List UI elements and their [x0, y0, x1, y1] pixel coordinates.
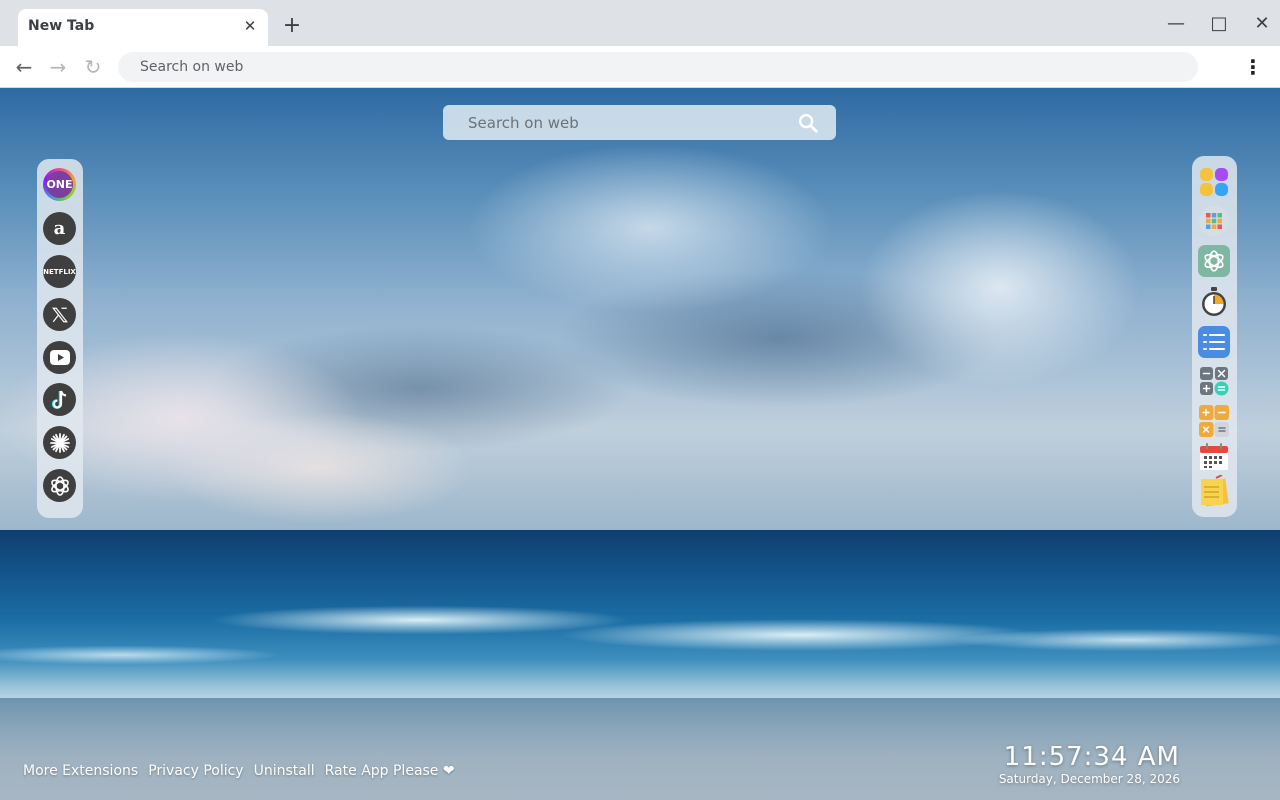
calculator-icon [1200, 367, 1229, 396]
privacy-policy-link[interactable]: Privacy Policy [148, 763, 243, 779]
tab-new-tab[interactable]: New Tab ✕ [18, 9, 268, 46]
amazon-icon: a [53, 218, 66, 239]
more-extensions-link[interactable]: More Extensions [23, 763, 138, 779]
widget-apps-menu[interactable] [1198, 205, 1230, 237]
tab-strip: New Tab ✕ + — □ ✕ [0, 0, 1280, 46]
shortcut-tiktok[interactable] [43, 383, 76, 416]
checklist-icon [1203, 334, 1225, 350]
tiktok-icon [51, 390, 66, 409]
browser-toolbar: ← → ↻ ⋮ [0, 46, 1280, 88]
one-logo-icon: ONE [46, 171, 73, 198]
new-tab-button[interactable]: + [280, 15, 304, 39]
calendar-icon [1200, 443, 1228, 470]
browser-menu-button[interactable]: ⋮ [1240, 54, 1266, 80]
widget-chatgpt[interactable] [1198, 245, 1230, 277]
address-bar[interactable] [118, 52, 1198, 82]
rate-app-link[interactable]: Rate App Please ❤ [325, 763, 455, 779]
chatgpt-icon [50, 475, 69, 496]
tab-title: New Tab [28, 18, 95, 34]
left-shortcut-dock: ONE a NETFLIX [37, 159, 83, 518]
uninstall-link[interactable]: Uninstall [254, 763, 315, 779]
x-icon [51, 307, 68, 322]
reload-button[interactable]: ↻ [80, 54, 106, 80]
back-button[interactable]: ← [11, 54, 37, 80]
shortcut-amazon[interactable]: a [43, 212, 76, 245]
youtube-icon [49, 350, 70, 365]
close-window-button[interactable]: ✕ [1248, 10, 1276, 38]
netflix-icon: NETFLIX [43, 267, 76, 276]
shortcut-chatgpt[interactable] [43, 469, 76, 502]
new-tab-page: ONE a NETFLIX [0, 88, 1280, 800]
widget-todo[interactable] [1198, 326, 1230, 358]
forward-button[interactable]: → [45, 54, 71, 80]
shortcut-netflix[interactable]: NETFLIX [43, 255, 76, 288]
maximize-button[interactable]: □ [1205, 10, 1233, 38]
search-icon[interactable] [797, 112, 819, 134]
widget-timer[interactable] [1198, 286, 1230, 318]
widget-calendar[interactable] [1198, 441, 1230, 473]
widget-notes[interactable] [1198, 474, 1230, 510]
sticky-note-icon [1201, 475, 1229, 507]
widget-apps-grid[interactable] [1198, 166, 1230, 198]
perplexity-icon [49, 432, 70, 453]
widget-calculator-orange[interactable] [1198, 405, 1230, 437]
calculator-orange-icon [1199, 405, 1229, 437]
tab-close-icon[interactable]: ✕ [240, 16, 260, 36]
footer-links: More Extensions Privacy Policy Uninstall… [23, 763, 455, 779]
shortcut-one[interactable]: ONE [43, 168, 76, 201]
shortcut-x[interactable] [43, 298, 76, 331]
clock-widget: 11:57:34 AM Saturday, December 28, 2026 [999, 742, 1180, 786]
clock-date: Saturday, December 28, 2026 [998, 772, 1180, 786]
widget-calculator[interactable] [1198, 365, 1230, 397]
shortcut-perplexity[interactable] [43, 426, 76, 459]
right-widget-dock [1192, 156, 1237, 517]
apps-menu-icon [1199, 206, 1229, 236]
minimize-button[interactable]: — [1162, 10, 1190, 38]
chatgpt-icon [1204, 250, 1224, 272]
stopwatch-icon [1202, 287, 1226, 316]
shortcut-youtube[interactable] [43, 341, 76, 374]
wallpaper-sea [0, 530, 1280, 710]
page-search-input[interactable] [443, 105, 836, 140]
clock-time: 11:57:34 AM [1003, 742, 1180, 772]
apps-grid-icon [1200, 168, 1228, 196]
